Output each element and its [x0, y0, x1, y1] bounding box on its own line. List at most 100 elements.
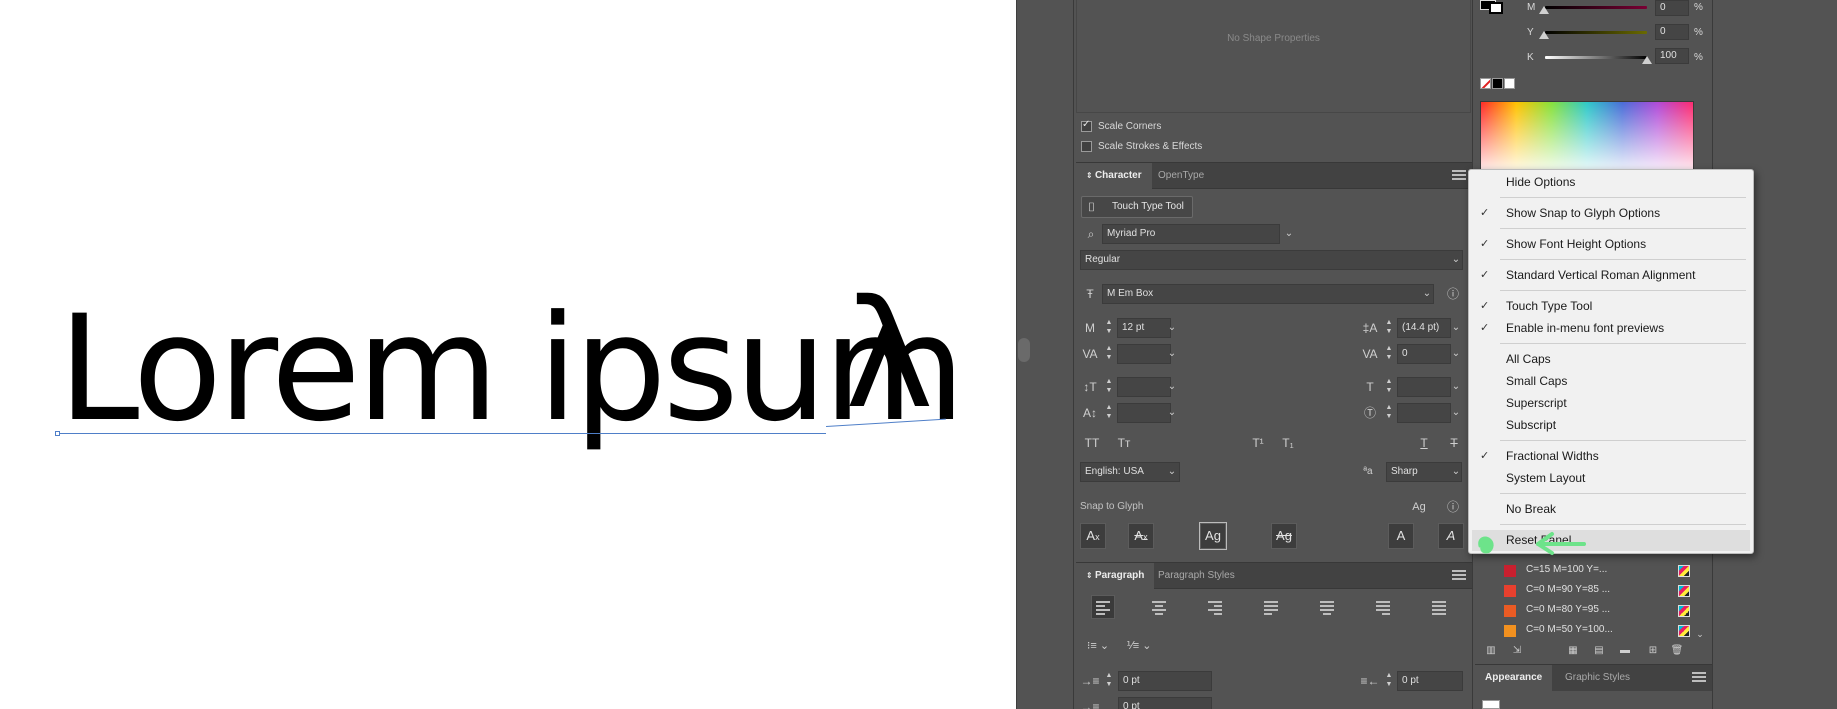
kerning-dropdown-icon[interactable]: ⌄ — [1165, 344, 1179, 364]
tracking-input[interactable]: 0 — [1397, 344, 1451, 364]
swatches-scroll-down-icon[interactable]: ⌄ — [1694, 624, 1706, 644]
font-family-dropdown-icon[interactable]: ⌄ — [1282, 224, 1296, 244]
snap-proximity-guides-button[interactable]: Ag — [1271, 523, 1297, 549]
tab-paragraph[interactable]: ⇕ Paragraph — [1076, 563, 1155, 589]
justify-center-icon[interactable] — [1320, 601, 1336, 615]
m-slider-thumb[interactable] — [1539, 6, 1549, 14]
m-value-input[interactable]: 0 — [1655, 0, 1689, 16]
k-slider-track[interactable] — [1545, 56, 1647, 59]
panel-collapse-handle[interactable] — [1018, 338, 1030, 362]
touched-glyph[interactable]: y — [845, 288, 934, 462]
right-indent-stepper[interactable]: ▲ ▼ — [1384, 671, 1394, 691]
menu-item-hide-options[interactable]: Hide Options — [1474, 171, 1748, 193]
underline-icon[interactable]: T — [1414, 433, 1434, 453]
leading-stepper[interactable]: ▲ ▼ — [1384, 318, 1394, 338]
align-center-icon[interactable] — [1152, 601, 1168, 615]
stroke-swatch[interactable] — [1489, 2, 1503, 14]
leading-dropdown-icon[interactable]: ⌄ — [1449, 318, 1463, 338]
menu-item-superscript[interactable]: Superscript — [1474, 392, 1748, 414]
info-icon[interactable]: ⓘ — [1444, 284, 1462, 304]
k-value-input[interactable]: 100 — [1655, 48, 1689, 64]
font-size-dropdown-icon[interactable]: ⌄ — [1165, 318, 1179, 338]
new-swatch-icon[interactable]: ⊞ — [1644, 641, 1662, 661]
snap-angular-guides-button[interactable]: A — [1388, 523, 1414, 549]
right-indent-input[interactable]: 0 pt — [1397, 671, 1463, 691]
tab-graphic-styles[interactable]: Graphic Styles — [1555, 665, 1640, 691]
left-indent-input[interactable]: 0 pt — [1118, 671, 1212, 691]
baseline-shift-stepper[interactable]: ▲ ▼ — [1104, 403, 1114, 423]
artboard-canvas[interactable]: Lorem ipsum y — [0, 0, 1016, 709]
subscript-icon[interactable]: T₁ — [1276, 433, 1300, 453]
character-panel-menu-icon[interactable] — [1452, 170, 1466, 180]
place-swatches-icon[interactable]: ⇲ — [1508, 641, 1526, 661]
horizontal-scale-dropdown-icon[interactable]: ⌄ — [1449, 377, 1463, 397]
tracking-dropdown-icon[interactable]: ⌄ — [1449, 344, 1463, 364]
white-swatch[interactable] — [1504, 78, 1515, 89]
swatch-libraries-icon[interactable]: ▥ — [1482, 641, 1500, 661]
vertical-scale-dropdown-icon[interactable]: ⌄ — [1165, 377, 1179, 397]
menu-item-touch-type-tool[interactable]: ✓ Touch Type Tool — [1474, 295, 1748, 317]
font-style-select[interactable]: Regular — [1080, 250, 1463, 270]
justify-all-icon[interactable] — [1432, 601, 1448, 615]
menu-item-enable-font-previews[interactable]: ✓ Enable in-menu font previews — [1474, 317, 1748, 339]
menu-item-show-snap-to-glyph-options[interactable]: ✓ Show Snap to Glyph Options — [1474, 202, 1748, 224]
black-swatch[interactable] — [1492, 78, 1503, 89]
swatch-row[interactable]: C=0 M=50 Y=100... — [1500, 622, 1690, 640]
color-spectrum[interactable] — [1480, 101, 1694, 171]
menu-item-show-font-height-options[interactable]: ✓ Show Font Height Options — [1474, 233, 1748, 255]
vertical-scale-stepper[interactable]: ▲ ▼ — [1104, 377, 1114, 397]
language-dropdown-icon[interactable]: ⌄ — [1165, 462, 1179, 482]
menu-item-no-break[interactable]: No Break — [1474, 498, 1748, 520]
snap-x-height-button[interactable]: Ax — [1128, 523, 1154, 549]
font-height-reference-select[interactable]: Μ Em Box — [1102, 284, 1434, 304]
baseline-shift-dropdown-icon[interactable]: ⌄ — [1165, 403, 1179, 423]
numbering-icon[interactable]: ⅟≡ ⌄ — [1124, 636, 1154, 656]
tab-appearance[interactable]: Appearance — [1475, 665, 1553, 691]
swatch-row[interactable]: C=0 M=80 Y=95 ... — [1500, 602, 1690, 620]
character-rotation-dropdown-icon[interactable]: ⌄ — [1449, 403, 1463, 423]
snap-anchor-point-button[interactable]: A — [1438, 523, 1464, 549]
kerning-stepper[interactable]: ▲ ▼ — [1104, 344, 1114, 364]
baseline-shift-input[interactable] — [1117, 403, 1171, 423]
tab-character[interactable]: ⇕ Character — [1076, 163, 1152, 189]
tracking-stepper[interactable]: ▲ ▼ — [1384, 344, 1394, 364]
text-anchor-point[interactable] — [55, 431, 60, 436]
menu-item-standard-vertical-roman-alignment[interactable]: ✓ Standard Vertical Roman Alignment — [1474, 264, 1748, 286]
font-family-input[interactable]: Myriad Pro — [1102, 224, 1280, 244]
menu-item-fractional-widths[interactable]: ✓ Fractional Widths — [1474, 445, 1748, 467]
vertical-scale-input[interactable] — [1117, 377, 1171, 397]
none-color-icon[interactable] — [1480, 78, 1491, 89]
justify-left-icon[interactable] — [1264, 601, 1280, 615]
m-slider-track[interactable] — [1545, 6, 1647, 9]
character-rotation-stepper[interactable]: ▲ ▼ — [1384, 403, 1394, 423]
appearance-fill-swatch[interactable] — [1482, 700, 1500, 709]
font-size-input[interactable]: 12 pt — [1117, 318, 1171, 338]
leading-input[interactable]: (14.4 pt) — [1397, 318, 1451, 338]
character-rotation-input[interactable] — [1397, 403, 1451, 423]
horizontal-scale-stepper[interactable]: ▲ ▼ — [1384, 377, 1394, 397]
reference-dropdown-icon[interactable]: ⌄ — [1420, 284, 1434, 304]
tab-opentype[interactable]: OpenType — [1148, 163, 1214, 189]
snap-glyph-bounds-button[interactable]: Ag — [1199, 522, 1227, 550]
menu-item-system-layout[interactable]: System Layout — [1474, 467, 1748, 489]
swatch-row[interactable]: C=15 M=100 Y=... — [1500, 562, 1690, 580]
font-size-stepper[interactable]: ▲ ▼ — [1104, 318, 1114, 338]
justify-right-icon[interactable] — [1376, 601, 1392, 615]
k-slider-thumb[interactable] — [1642, 56, 1652, 64]
scale-corners-checkbox[interactable] — [1081, 119, 1092, 132]
touch-type-tool-button[interactable]: ⌷ Touch Type Tool — [1081, 196, 1193, 218]
glyph-guides-icon[interactable]: Ag — [1408, 497, 1430, 517]
superscript-icon[interactable]: T¹ — [1246, 433, 1270, 453]
paragraph-panel-menu-icon[interactable] — [1452, 570, 1466, 580]
all-caps-icon[interactable]: TT — [1080, 433, 1104, 453]
align-left-button[interactable] — [1091, 595, 1115, 619]
font-search-icon[interactable]: ⌕ — [1080, 224, 1102, 244]
font-style-dropdown-icon[interactable]: ⌄ — [1449, 250, 1463, 270]
menu-item-subscript[interactable]: Subscript — [1474, 414, 1748, 436]
horizontal-scale-input[interactable] — [1397, 377, 1451, 397]
snap-baseline-button[interactable]: Ax — [1080, 523, 1106, 549]
swatch-options-icon[interactable]: ▤ — [1590, 641, 1608, 661]
align-right-icon[interactable] — [1208, 601, 1224, 615]
snap-info-icon[interactable]: ⓘ — [1444, 497, 1462, 517]
y-value-input[interactable]: 0 — [1655, 24, 1689, 40]
